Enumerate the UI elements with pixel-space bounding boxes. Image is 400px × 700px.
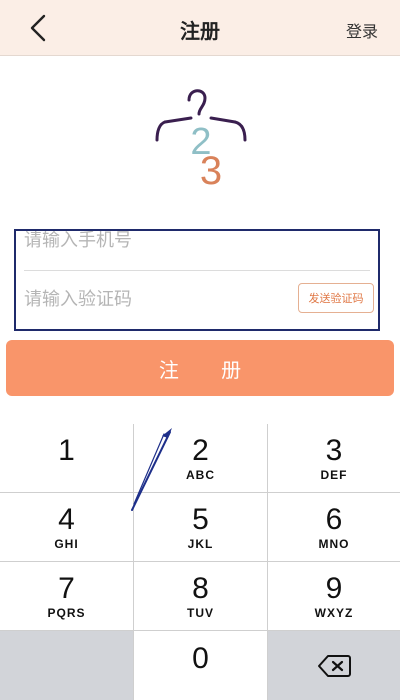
phone-input[interactable] <box>24 231 370 255</box>
key-3[interactable]: 3 DEF <box>268 424 400 493</box>
key-digit: 9 <box>325 572 343 605</box>
key-letters: GHI <box>54 537 79 551</box>
header-bar: 注册 登录 <box>0 0 400 56</box>
key-letters: WXYZ <box>314 606 354 620</box>
key-letters: TUV <box>187 606 214 620</box>
registration-form: 发送验证码 <box>14 229 380 331</box>
key-digit: 2 <box>192 434 209 467</box>
key-8[interactable]: 8 TUV <box>134 562 268 631</box>
key-digit: 4 <box>58 503 75 536</box>
key-letters: PQRS <box>47 606 86 620</box>
key-6[interactable]: 6 MNO <box>268 493 400 562</box>
key-7[interactable]: 7 PQRS <box>0 562 134 631</box>
key-blank <box>0 631 134 700</box>
key-digit: 7 <box>58 572 75 605</box>
svg-text:3: 3 <box>200 149 222 190</box>
key-digit: 3 <box>325 434 343 467</box>
key-letters: MNO <box>318 537 350 551</box>
verification-code-input[interactable] <box>24 285 284 313</box>
key-letters: DEF <box>320 468 348 482</box>
register-button[interactable]: 注 册 <box>6 340 394 396</box>
key-9[interactable]: 9 WXYZ <box>268 562 400 631</box>
send-code-button[interactable]: 发送验证码 <box>298 283 374 313</box>
phone-row <box>24 231 370 271</box>
delete-key[interactable] <box>268 631 400 700</box>
annotation-arrow <box>131 428 172 511</box>
code-row: 发送验证码 <box>24 279 374 319</box>
numeric-keypad: 1 2 ABC 3 DEF 4 GHI 5 JKL 6 MNO 7 PQRS 8… <box>0 424 400 700</box>
key-digit: 8 <box>192 572 209 605</box>
key-4[interactable]: 4 GHI <box>0 493 134 562</box>
key-digit: 6 <box>325 503 343 536</box>
key-digit: 0 <box>192 641 209 675</box>
login-link[interactable]: 登录 <box>346 18 378 42</box>
key-letters: JKL <box>187 537 214 551</box>
page-title: 注册 <box>180 19 220 43</box>
key-letters: ABC <box>186 468 215 482</box>
key-digit: 1 <box>58 434 75 467</box>
key-1[interactable]: 1 <box>0 424 134 493</box>
hanger-logo-icon: 2 3 <box>155 89 247 190</box>
key-digit: 5 <box>192 503 209 536</box>
key-0[interactable]: 0 <box>134 631 268 700</box>
backspace-icon <box>318 654 351 677</box>
